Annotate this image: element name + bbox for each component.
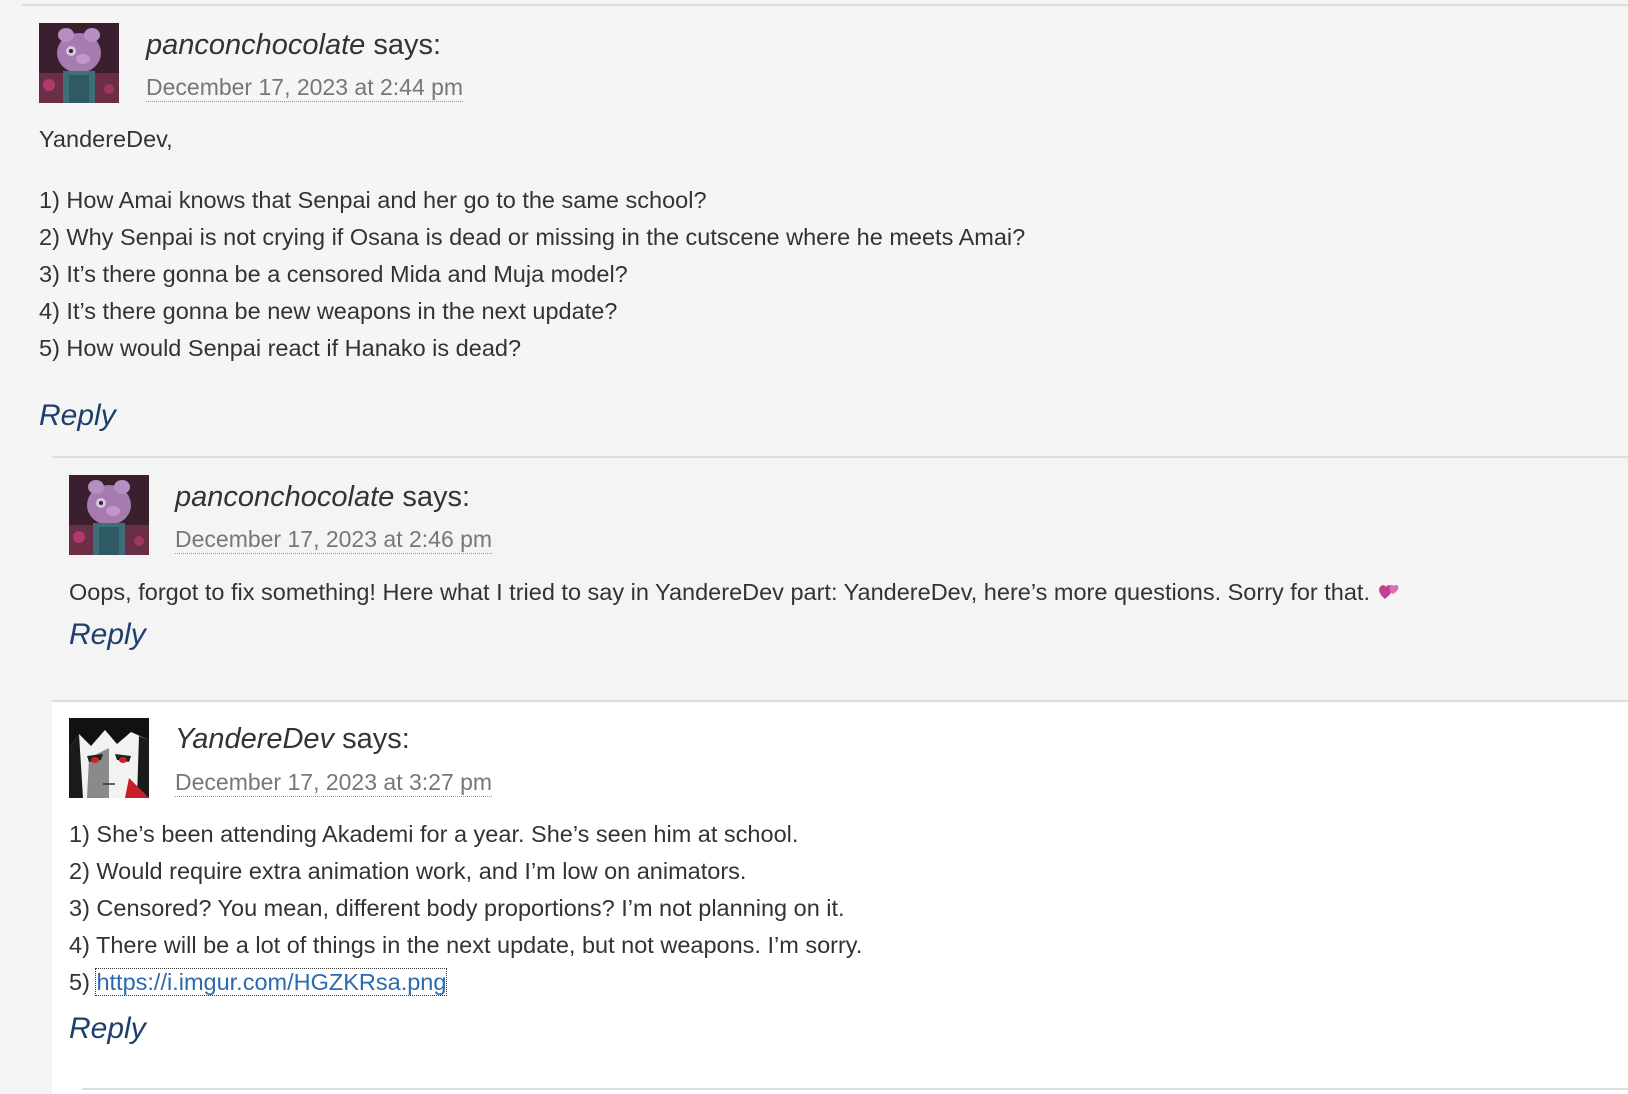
reply-button[interactable]: Reply xyxy=(69,1012,146,1046)
comment-meta: YandereDev says: xyxy=(175,722,410,756)
says-label: says: xyxy=(402,481,471,513)
reply-button[interactable]: Reply xyxy=(39,399,116,433)
comment-line: 2) Would require extra animation work, a… xyxy=(69,858,747,884)
pink-pig-character-avatar-icon xyxy=(69,475,149,555)
comment-line: 5) https://i.imgur.com/HGZKRsa.png xyxy=(69,964,862,1001)
comment-body: YandereDev, 1) How Amai knows that Senpa… xyxy=(39,121,1025,367)
author-name[interactable]: YandereDev xyxy=(175,723,334,755)
comment-line: 2) Why Senpai is not crying if Osana is … xyxy=(39,224,1026,250)
revolving-hearts-icon xyxy=(1377,577,1401,599)
author-name[interactable]: panconchocolate xyxy=(146,29,365,61)
reply-button[interactable]: Reply xyxy=(69,618,146,652)
anime-red-eyes-avatar-icon xyxy=(69,718,149,798)
says-label: says: xyxy=(373,29,442,61)
comment-text: Oops, forgot to fix something! Here what… xyxy=(69,579,1370,605)
comment-date-link[interactable]: December 17, 2023 at 2:44 pm xyxy=(146,73,464,102)
bottom-divider xyxy=(82,1088,1628,1090)
comment-line: 4) There will be a lot of things in the … xyxy=(69,932,863,958)
comment-line: 3) Censored? You mean, different body pr… xyxy=(69,895,845,921)
comment-line: 1) She’s been attending Akademi for a ye… xyxy=(69,821,799,847)
comment-line: 4) It’s there gonna be new weapons in th… xyxy=(39,298,618,324)
comment-panconchocolate-1: panconchocolate says: December 17, 2023 … xyxy=(0,6,1628,456)
avatar[interactable] xyxy=(69,475,149,555)
comment-date-link[interactable]: December 17, 2023 at 3:27 pm xyxy=(175,768,493,797)
comment-body: 1) She’s been attending Akademi for a ye… xyxy=(69,816,862,1001)
comment-line: 1) How Amai knows that Senpai and her go… xyxy=(39,187,707,213)
comment-date-link[interactable]: December 17, 2023 at 2:46 pm xyxy=(175,525,493,554)
author-name[interactable]: panconchocolate xyxy=(175,481,394,513)
comment-panconchocolate-2: panconchocolate says: December 17, 2023 … xyxy=(52,456,1628,701)
says-label: says: xyxy=(342,723,410,755)
comment-line: 5) How would Senpai react if Hanako is d… xyxy=(39,335,522,361)
imgur-link[interactable]: https://i.imgur.com/HGZKRsa.png xyxy=(95,968,448,996)
avatar[interactable] xyxy=(69,718,149,798)
pink-pig-character-avatar-icon xyxy=(39,23,119,103)
comment-yanderedev: YandereDev says: December 17, 2023 at 3:… xyxy=(52,700,1628,1094)
comment-body: Oops, forgot to fix something! Here what… xyxy=(69,574,1401,611)
list-number: 5) xyxy=(69,969,90,995)
comment-line: Oops, forgot to fix something! Here what… xyxy=(69,574,1401,611)
comment-meta: panconchocolate says: xyxy=(146,28,441,62)
avatar[interactable] xyxy=(39,23,119,103)
comment-line: 3) It’s there gonna be a censored Mida a… xyxy=(39,261,628,287)
comment-line: YandereDev, xyxy=(39,126,173,152)
comment-meta: panconchocolate says: xyxy=(175,480,470,514)
